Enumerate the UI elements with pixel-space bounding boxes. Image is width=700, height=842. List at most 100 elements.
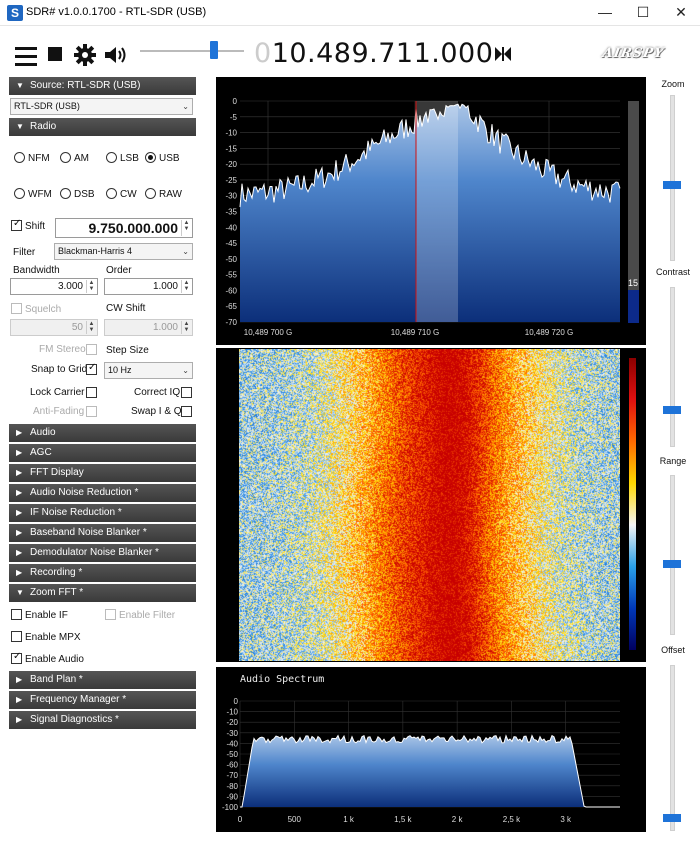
snap-to-grid-checkbox[interactable] [86, 362, 100, 376]
expand-arrow-icon: ▶ [16, 428, 23, 437]
mode-radio-usb[interactable]: USB [145, 152, 180, 164]
plugin-header-label: Audio [30, 427, 56, 438]
mode-radio-cw[interactable]: CW [106, 188, 137, 200]
plugin-header[interactable]: ▶ Audio [9, 424, 196, 442]
correct-iq-checkbox[interactable] [181, 387, 195, 399]
frequency-leading-digit[interactable]: 0 [254, 38, 272, 69]
enable-filter-checkbox[interactable]: Enable Filter [105, 609, 175, 621]
contrast-slider-track[interactable] [670, 287, 675, 447]
squelch-label: Squelch [25, 304, 62, 315]
plugin-header[interactable]: ▶ FFT Display [9, 464, 196, 482]
zoom-slider-track[interactable] [670, 95, 675, 261]
mode-radio-dsb[interactable]: DSB [60, 188, 95, 200]
bandwidth-input[interactable]: 3.000 ▲ ▼ [10, 278, 98, 295]
frequency-digits[interactable]: 10.489.711.000 [272, 38, 494, 69]
order-input[interactable]: 1.000 ▲ ▼ [104, 278, 193, 295]
spin-arrows-icon[interactable]: ▲ ▼ [86, 321, 96, 334]
squelch-checkbox[interactable]: Squelch [11, 303, 61, 315]
title-bar: S SDR# v1.0.0.1700 - RTL-SDR (USB) — ☐ ✕ [0, 0, 700, 26]
y-tick-label: -45 [225, 239, 237, 248]
speaker-icon[interactable] [103, 45, 127, 65]
mode-radio-am[interactable]: AM [60, 152, 89, 164]
spin-arrows-icon[interactable]: ▲ ▼ [181, 280, 191, 293]
spin-arrows-icon[interactable]: ▲ ▼ [181, 321, 191, 334]
mode-radio-nfm[interactable]: NFM [14, 152, 50, 164]
mode-label: CW [120, 189, 137, 200]
offset-slider-thumb[interactable] [663, 814, 681, 822]
maximize-button[interactable]: ☐ [624, 0, 662, 26]
bandwidth-label: Bandwidth [13, 265, 60, 276]
plugin-header[interactable]: ▶ Baseband Noise Blanker * [9, 524, 196, 542]
mode-radio-lsb[interactable]: LSB [106, 152, 139, 164]
close-button[interactable]: ✕ [662, 0, 700, 26]
mode-radio-raw[interactable]: RAW [145, 188, 182, 200]
plugin-header[interactable]: ▶ Signal Diagnostics * [9, 711, 196, 729]
stop-icon[interactable] [48, 47, 62, 61]
source-device-value: RTL-SDR (USB) [14, 101, 80, 111]
source-device-select[interactable]: RTL-SDR (USB) ⌄ [10, 98, 193, 115]
shift-input[interactable]: 9.750.000.000 ▲ ▼ [55, 218, 193, 238]
plugin-header[interactable]: ▶ IF Noise Reduction * [9, 504, 196, 522]
audio-spectrum-display[interactable]: Audio Spectrum0-10-20-30-40-50-60-70-80-… [216, 667, 646, 832]
y-tick-label: -100 [222, 803, 239, 812]
y-tick-label: -20 [225, 160, 237, 169]
mode-label: LSB [120, 153, 139, 164]
radio-header[interactable]: ▼ Radio [9, 118, 196, 136]
enable-audio-label: Enable Audio [25, 654, 84, 665]
menu-icon[interactable] [15, 47, 37, 67]
mode-radio-wfm[interactable]: WFM [14, 188, 52, 200]
range-slider-thumb[interactable] [663, 560, 681, 568]
bandwidth-value: 3.000 [57, 281, 83, 292]
minimize-button[interactable]: — [586, 0, 624, 26]
filter-select[interactable]: Blackman-Harris 4 ⌄ [54, 243, 193, 260]
plugin-header[interactable]: ▶ Audio Noise Reduction * [9, 484, 196, 502]
x-tick-label: 500 [288, 815, 302, 824]
offset-slider-track[interactable] [670, 665, 675, 831]
waterfall-display[interactable] [216, 348, 646, 662]
center-frequency-icon[interactable] [494, 46, 512, 62]
waterfall-color-scale [629, 358, 636, 650]
filter-label: Filter [13, 247, 36, 258]
plugin-header-label: Signal Diagnostics * [30, 714, 119, 725]
plugin-header[interactable]: ▶ AGC [9, 444, 196, 462]
y-tick-label: -15 [225, 144, 237, 153]
volume-slider-track[interactable] [140, 50, 244, 52]
shift-label: Shift [25, 221, 46, 232]
cw-shift-input[interactable]: 1.000 ▲ ▼ [104, 319, 193, 336]
fm-stereo-checkbox[interactable] [86, 344, 100, 356]
spectrum-display[interactable]: 0 -5 -10 -15 -20 -25 -30 -35 -40 -45 -50 -55 -60 -65 -… [216, 77, 646, 345]
step-size-select[interactable]: 10 Hz ⌄ [104, 362, 193, 379]
contrast-slider-thumb[interactable] [663, 406, 681, 414]
volume-slider-thumb[interactable] [210, 41, 218, 59]
mode-label: NFM [28, 153, 50, 164]
enable-mpx-checkbox[interactable]: Enable MPX [11, 631, 81, 643]
plugin-header[interactable]: ▶ Frequency Manager * [9, 691, 196, 709]
expand-arrow-icon: ▶ [16, 468, 23, 477]
signal-level-fill [628, 290, 639, 323]
swap-iq-checkbox[interactable] [181, 406, 195, 418]
range-slider-track[interactable] [670, 475, 675, 635]
y-tick-label: -10 [226, 708, 238, 717]
spin-arrows-icon[interactable]: ▲ ▼ [181, 220, 191, 236]
lock-carrier-checkbox[interactable] [86, 387, 100, 399]
shift-checkbox[interactable]: Shift [11, 218, 46, 232]
plugin-header[interactable]: ▶ Demodulator Noise Blanker * [9, 544, 196, 562]
plugin-header[interactable]: ▶ Band Plan * [9, 671, 196, 689]
audio-spectrum-area [240, 735, 620, 807]
radio-header-label: Radio [30, 121, 57, 132]
gear-icon[interactable] [74, 44, 96, 66]
zoom-fft-header[interactable]: ▼ Zoom FFT * [9, 584, 196, 602]
spin-arrows-icon[interactable]: ▲ ▼ [86, 280, 96, 293]
lock-carrier-label: Lock Carrier [30, 387, 85, 398]
waterfall-heatmap[interactable] [239, 349, 620, 661]
squelch-input[interactable]: 50 ▲ ▼ [10, 319, 98, 336]
enable-audio-checkbox[interactable]: Enable Audio [11, 651, 84, 665]
plugin-header[interactable]: ▶ Recording * [9, 564, 196, 582]
source-header[interactable]: ▼ Source: RTL-SDR (USB) [9, 77, 196, 95]
y-tick-label: -65 [225, 302, 237, 311]
anti-fading-checkbox[interactable] [86, 406, 100, 418]
enable-if-checkbox[interactable]: Enable IF [11, 609, 68, 621]
cw-shift-value: 1.000 [152, 322, 178, 333]
zoom-slider-thumb[interactable] [663, 181, 681, 189]
frequency-display[interactable]: 010.489.711.000 [254, 38, 493, 69]
